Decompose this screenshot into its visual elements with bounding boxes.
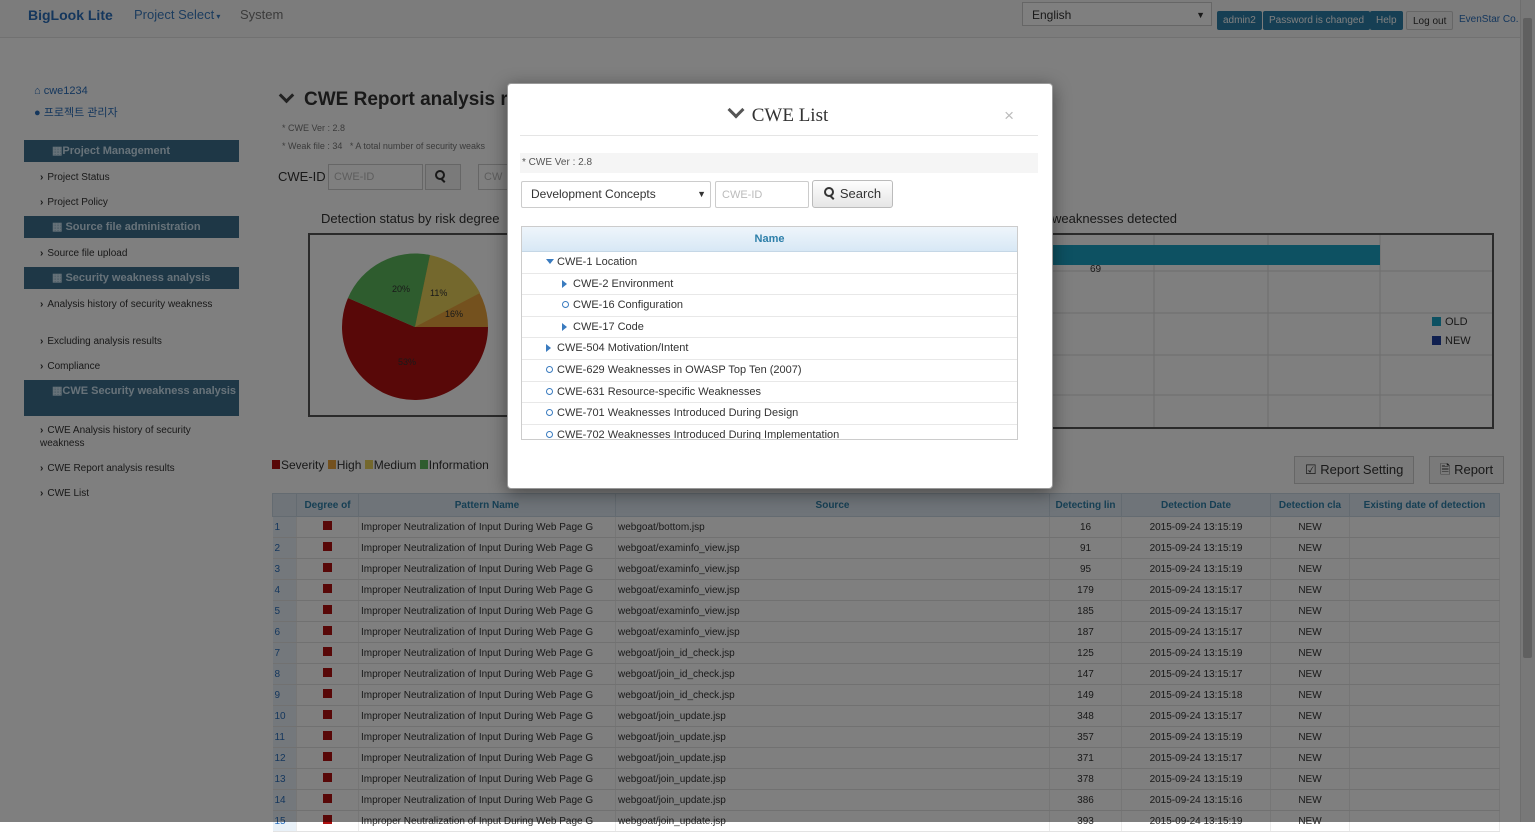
search-icon — [823, 187, 836, 199]
tree-column-header[interactable]: Name — [522, 227, 1017, 252]
modal-header: CWE List × — [520, 84, 1038, 136]
tree-node-label[interactable]: CWE-629 Weaknesses in OWASP Top Ten (200… — [557, 360, 802, 380]
tree-node-label[interactable]: CWE-16 Configuration — [573, 295, 683, 315]
tree-node-label[interactable]: CWE-17 Code — [573, 317, 644, 337]
tree-node-label[interactable]: CWE-504 Motivation/Intent — [557, 338, 688, 358]
tree-node[interactable]: CWE-16 Configuration — [522, 295, 1017, 317]
modal-title: CWE List — [520, 101, 1038, 127]
caret-down-icon: ▼ — [697, 189, 706, 199]
tree-node[interactable]: CWE-702 Weaknesses Introduced During Imp… — [522, 425, 1017, 439]
tree-node[interactable]: CWE-629 Weaknesses in OWASP Top Ten (200… — [522, 360, 1017, 382]
tree-node-label[interactable]: CWE-631 Resource-specific Weaknesses — [557, 382, 761, 402]
tree-node[interactable]: CWE-504 Motivation/Intent — [522, 338, 1017, 360]
tree-node-label[interactable]: CWE-701 Weaknesses Introduced During Des… — [557, 403, 798, 423]
chevron-down-icon — [727, 101, 745, 119]
tree-node[interactable]: CWE-2 Environment — [522, 274, 1017, 296]
triangle-right-icon[interactable] — [546, 344, 551, 353]
tree-node[interactable]: CWE-701 Weaknesses Introduced During Des… — [522, 403, 1017, 425]
triangle-right-icon[interactable] — [562, 279, 567, 288]
cweid-search-input[interactable] — [715, 181, 809, 208]
cwe-version-label: * CWE Ver : 2.8 — [520, 153, 1038, 173]
triangle-right-icon[interactable] — [562, 322, 567, 331]
search-button[interactable]: Search — [812, 180, 893, 208]
cwe-list-modal: CWE List × * CWE Ver : 2.8 Development C… — [507, 83, 1053, 489]
close-icon[interactable]: × — [1004, 106, 1014, 126]
circle-leaf-icon — [546, 409, 553, 417]
circle-leaf-icon — [562, 301, 569, 309]
circle-leaf-icon — [546, 387, 553, 395]
tree-node-label[interactable]: CWE-2 Environment — [573, 274, 673, 294]
triangle-down-icon[interactable] — [546, 259, 554, 264]
cwe-tree-grid: Name CWE-1 Location CWE-2 Environment CWE-… — [521, 226, 1018, 440]
circle-leaf-icon — [546, 430, 553, 438]
tree-node[interactable]: CWE-1 Location — [522, 252, 1017, 274]
tree-node[interactable]: CWE-631 Resource-specific Weaknesses — [522, 382, 1017, 404]
tree-node-label[interactable]: CWE-1 Location — [557, 252, 637, 272]
tree-node[interactable]: CWE-17 Code — [522, 317, 1017, 339]
tree-node-label[interactable]: CWE-702 Weaknesses Introduced During Imp… — [557, 425, 839, 439]
category-select[interactable]: Development Concepts ▼ — [521, 181, 711, 208]
circle-leaf-icon — [546, 365, 553, 373]
